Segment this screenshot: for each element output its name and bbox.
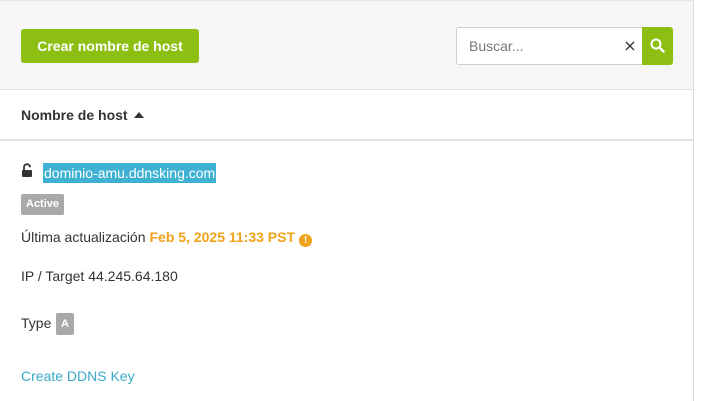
search-button[interactable] <box>642 27 673 65</box>
last-update-label: Última actualización <box>21 229 146 245</box>
search-input[interactable] <box>456 27 642 65</box>
clear-icon[interactable]: × <box>622 37 638 55</box>
last-update-value: Feb 5, 2025 11:33 PST <box>149 229 296 245</box>
ip-value: 44.245.64.180 <box>88 268 178 284</box>
create-hostname-button[interactable]: Crear nombre de host <box>21 29 199 63</box>
search-icon <box>650 38 665 53</box>
type-row: Type <box>21 315 51 331</box>
hostname-link[interactable]: dominio-amu.ddnsking.com <box>43 163 217 183</box>
toolbar: Crear nombre de host × <box>0 0 693 90</box>
ip-row: IP / Target 44.245.64.180 <box>21 268 178 284</box>
last-update-row: Última actualización Feb 5, 2025 11:33 PS… <box>21 229 313 247</box>
create-ddns-key-link[interactable]: Create DDNS Key <box>21 368 135 384</box>
column-header-hostname[interactable]: Nombre de host <box>21 107 128 123</box>
search-box: × <box>456 27 673 65</box>
warning-icon[interactable]: ! <box>299 234 313 247</box>
hostnames-panel: Crear nombre de host × Nombre de host do… <box>0 0 694 401</box>
sort-asc-icon[interactable] <box>134 112 144 118</box>
type-label: Type <box>21 315 52 331</box>
column-header-row: Nombre de host <box>0 90 693 141</box>
unlocked-icon[interactable] <box>21 163 33 178</box>
status-badge: Active <box>21 194 65 215</box>
ip-label: IP / Target <box>21 268 85 284</box>
record-type-badge: A <box>56 313 74 335</box>
